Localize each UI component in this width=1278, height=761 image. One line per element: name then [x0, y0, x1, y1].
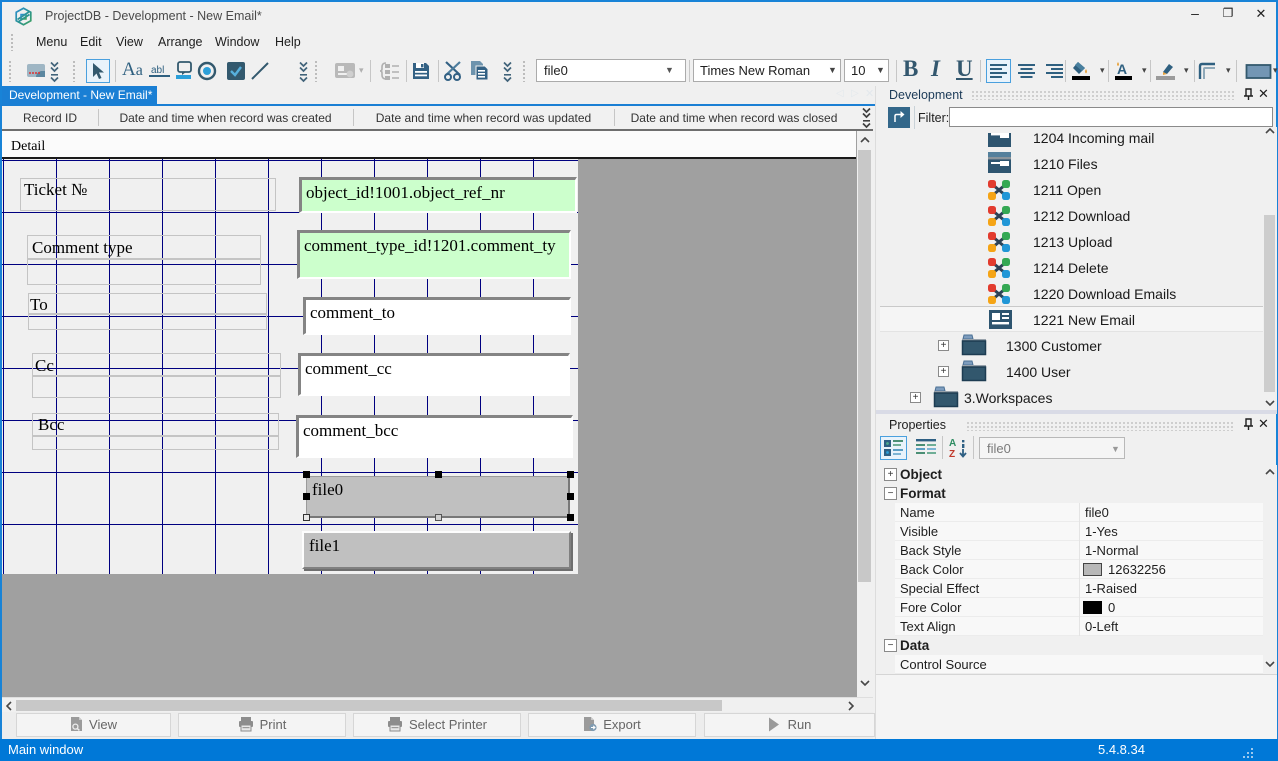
svg-text:A: A: [949, 438, 956, 449]
svg-text:abl: abl: [151, 65, 164, 76]
svg-text:Z: Z: [949, 449, 955, 459]
